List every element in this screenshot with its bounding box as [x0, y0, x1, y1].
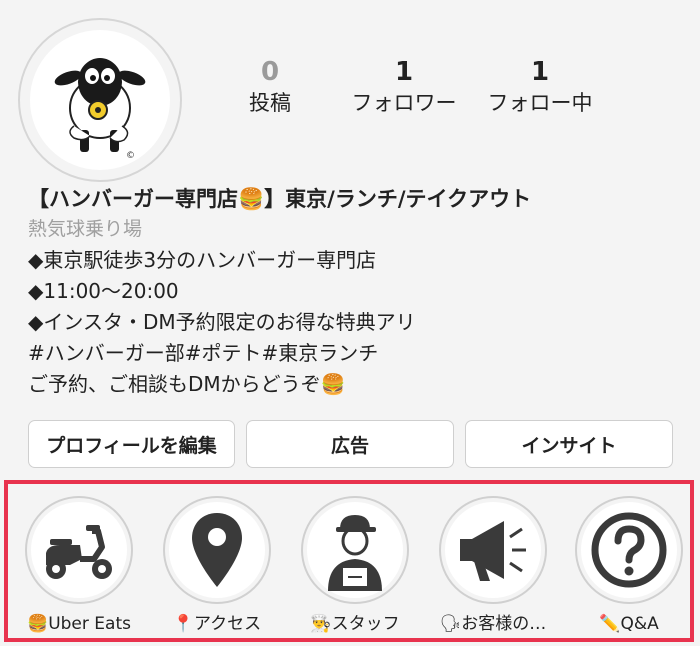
- highlight-ring: [163, 496, 271, 604]
- highlight-caption: 📍アクセス: [172, 614, 262, 634]
- edit-profile-button[interactable]: プロフィールを編集: [28, 420, 235, 468]
- highlight-caption: 🍔Uber Eats: [27, 614, 131, 634]
- highlight-customer-voices[interactable]: 🗣お客様の…: [430, 496, 556, 636]
- bio-line: ◆インスタ・DM予約限定のお得な特典アリ: [28, 310, 416, 334]
- insights-button[interactable]: インサイト: [465, 420, 673, 468]
- highlight-caption: 👨‍🍳スタッフ: [310, 614, 400, 634]
- bio-line: ご予約、ご相談もDMからどうぞ🍔: [28, 372, 346, 396]
- highlight-ring: [25, 496, 133, 604]
- question-icon: [591, 512, 667, 588]
- bio-line[interactable]: #ハンバーガー部#ポテト#東京ランチ: [28, 338, 688, 369]
- ads-button[interactable]: 広告: [246, 420, 454, 468]
- profile-name: 【ハンバーガー専門店🍔】東京/ランチ/テイクアウト: [28, 187, 532, 211]
- followers-label: フォロワー: [351, 91, 457, 115]
- map-pin-icon: [192, 513, 242, 587]
- highlight-ring: [439, 496, 547, 604]
- highlight-access[interactable]: 📍アクセス: [154, 496, 280, 636]
- bio-line: ◆東京駅徒歩3分のハンバーガー専門店: [28, 248, 377, 272]
- posts-stat[interactable]: 0 投稿: [230, 56, 310, 118]
- highlight-caption: ✏️Q&A: [599, 614, 659, 634]
- highlight-qa[interactable]: ✏️Q&A: [566, 496, 692, 636]
- following-count: 1: [530, 57, 550, 87]
- svg-text:©: ©: [126, 151, 135, 161]
- bio-line: ◆11:00〜20:00: [28, 279, 179, 303]
- highlight-ring: [575, 496, 683, 604]
- highlight-ring: [301, 496, 409, 604]
- highlight-caption: 🗣お客様の…: [439, 614, 547, 634]
- delivery-staff-icon: [328, 515, 382, 591]
- following-stat[interactable]: 1 フォロー中: [478, 56, 602, 118]
- followers-count: 1: [394, 57, 414, 87]
- posts-label: 投稿: [249, 91, 291, 115]
- profile-bio: 【ハンバーガー専門店🍔】東京/ランチ/テイクアウト 熱気球乗り場 ◆東京駅徒歩3…: [28, 184, 688, 400]
- following-label: フォロー中: [487, 91, 593, 115]
- profile-avatar[interactable]: ©: [30, 30, 170, 170]
- scooter-icon: [46, 525, 112, 579]
- megaphone-icon: [460, 521, 526, 581]
- profile-category: 熱気球乗り場: [28, 218, 143, 240]
- posts-count: 0: [260, 57, 280, 87]
- sheep-logo-icon: ©: [54, 58, 146, 161]
- followers-stat[interactable]: 1 フォロワー: [340, 56, 468, 118]
- highlight-staff[interactable]: 👨‍🍳スタッフ: [292, 496, 418, 636]
- highlight-uber-eats[interactable]: 🍔Uber Eats: [16, 496, 142, 636]
